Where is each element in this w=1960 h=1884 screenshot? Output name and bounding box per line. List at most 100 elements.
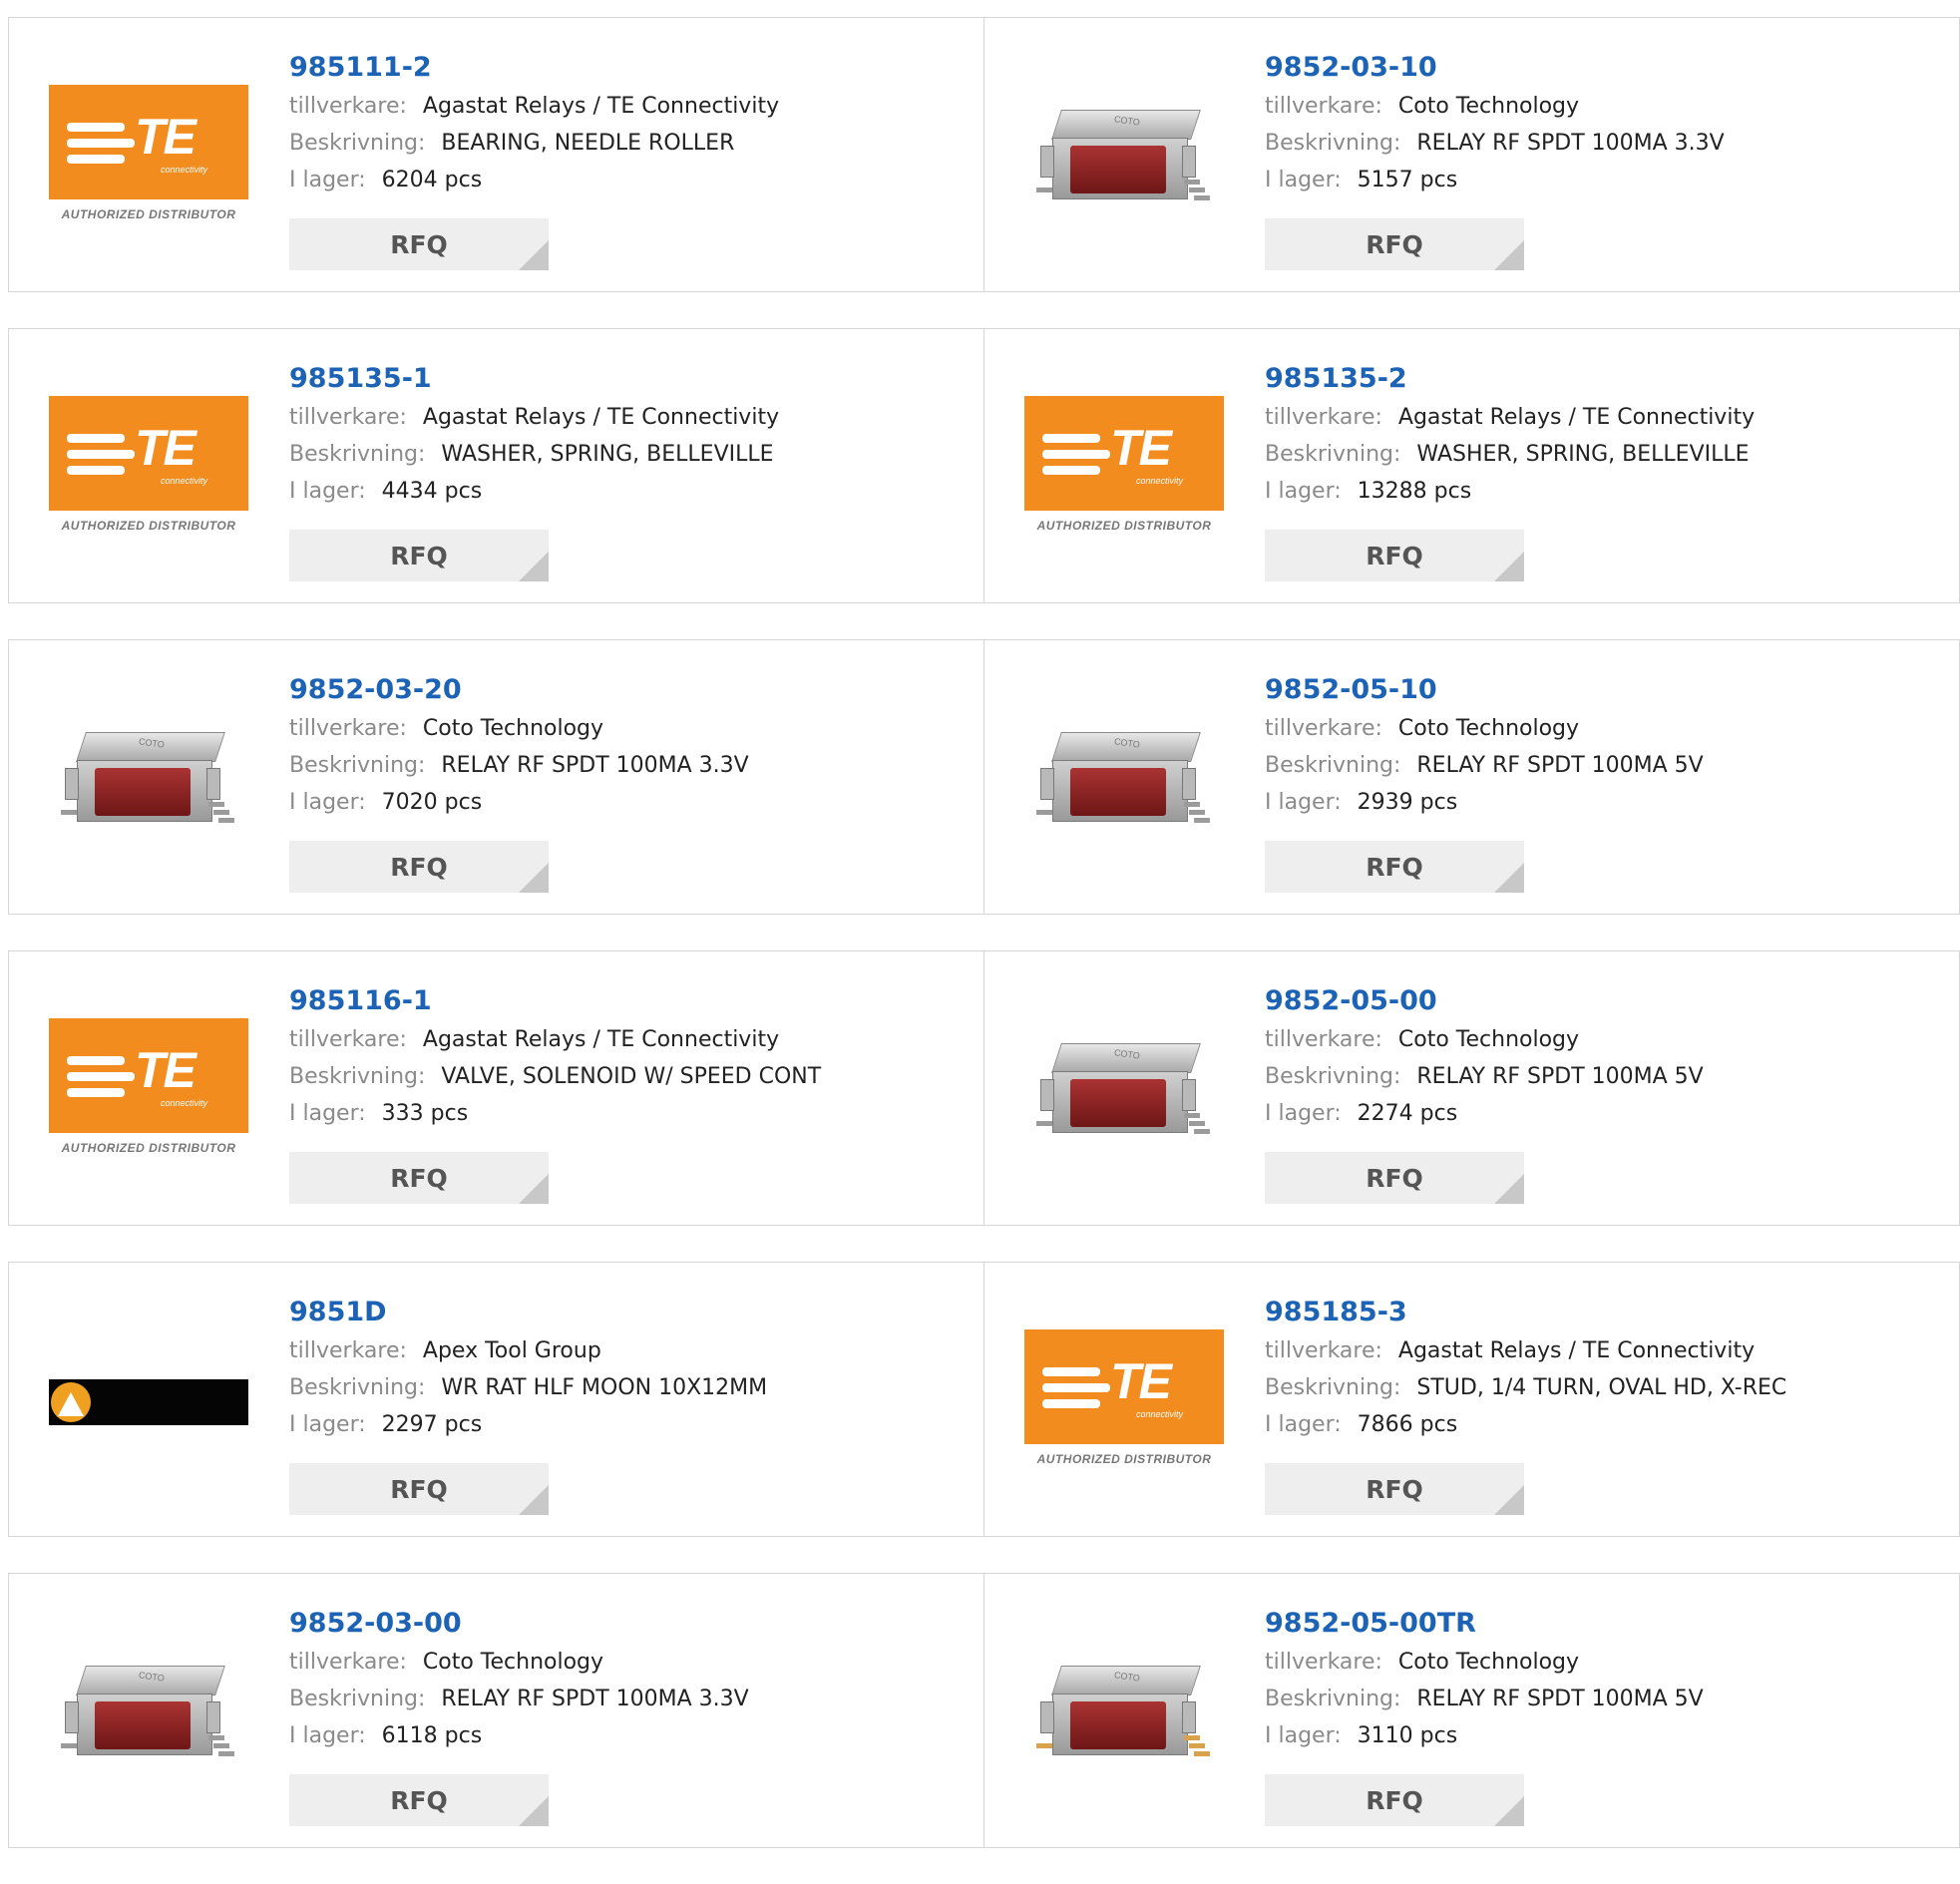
part-number-link[interactable]: 985135-2	[1265, 359, 1939, 399]
product-image[interactable]: TE connectivity AUTHORIZED DISTRIBUTOR	[49, 58, 248, 257]
te-logo-box: TE connectivity	[49, 85, 248, 199]
authorized-distributor-text: AUTHORIZED DISTRIBUTOR	[1036, 519, 1212, 533]
stock-label: I lager:	[1265, 1101, 1342, 1126]
relay-tab-right	[206, 768, 220, 800]
te-bars-icon	[1042, 1367, 1110, 1415]
part-number-link[interactable]: 9852-03-20	[289, 670, 964, 710]
product-image[interactable]: COTO	[1024, 991, 1224, 1191]
part-number-link[interactable]: 9852-05-00TR	[1265, 1604, 1939, 1644]
relay-pin	[1194, 195, 1210, 200]
rfq-button[interactable]: RFQ	[289, 841, 549, 893]
stock-row: I lager: 333 pcs	[289, 1095, 964, 1132]
description-label: Beskrivning:	[1265, 1064, 1401, 1089]
rfq-label: RFQ	[1366, 1163, 1423, 1193]
corner-fold-icon	[519, 1796, 549, 1826]
manufacturer-row: tillverkare: Coto Technology	[1265, 710, 1939, 747]
description-row: Beskrivning: RELAY RF SPDT 100MA 5V	[1265, 1681, 1939, 1717]
product-info: 985135-1 tillverkare: Agastat Relays / TE…	[289, 359, 964, 510]
relay-tab-right	[1182, 1701, 1196, 1733]
manufacturer-row: tillverkare: Coto Technology	[289, 710, 964, 747]
rfq-button[interactable]: RFQ	[289, 1774, 549, 1826]
product-info: 9852-03-00 tillverkare: Coto Technology B…	[289, 1604, 964, 1754]
part-number-link[interactable]: 9852-03-10	[1265, 48, 1939, 88]
product-image[interactable]: TE connectivity AUTHORIZED DISTRIBUTOR	[49, 991, 248, 1191]
manufacturer-row: tillverkare: Agastat Relays / TE Connecti…	[1265, 399, 1939, 436]
product-card: TE connectivity AUTHORIZED DISTRIBUTOR 9…	[8, 17, 984, 292]
relay-pin	[218, 1751, 234, 1756]
stock-value: 5157 pcs	[1357, 168, 1458, 192]
product-image[interactable]: TE connectivity AUTHORIZED DISTRIBUTOR	[49, 369, 248, 568]
stock-label: I lager:	[289, 1723, 366, 1748]
part-number-link[interactable]: 9852-03-00	[289, 1604, 964, 1644]
product-image[interactable]	[49, 1303, 248, 1502]
rfq-label: RFQ	[1366, 541, 1423, 570]
manufacturer-value: Coto Technology	[1397, 1027, 1580, 1052]
rfq-button[interactable]: RFQ	[289, 530, 549, 581]
rfq-button[interactable]: RFQ	[1265, 1152, 1524, 1204]
rfq-button[interactable]: RFQ	[1265, 1774, 1524, 1826]
product-info: 9851D tillverkare: Apex Tool Group Beskri…	[289, 1293, 964, 1443]
relay-pin	[208, 1735, 224, 1740]
part-number-link[interactable]: 985185-3	[1265, 1293, 1939, 1332]
product-image[interactable]: TE connectivity AUTHORIZED DISTRIBUTOR	[1024, 1303, 1224, 1502]
description-row: Beskrivning: WASHER, SPRING, BELLEVILLE	[289, 436, 964, 473]
description-label: Beskrivning:	[1265, 442, 1401, 467]
description-row: Beskrivning: RELAY RF SPDT 100MA 3.3V	[289, 1681, 964, 1717]
rfq-button[interactable]: RFQ	[1265, 1463, 1524, 1515]
rfq-button[interactable]: RFQ	[1265, 530, 1524, 581]
rfq-label: RFQ	[1366, 1785, 1423, 1815]
rfq-button[interactable]: RFQ	[289, 1152, 549, 1204]
product-image[interactable]: COTO	[49, 680, 248, 880]
product-image[interactable]: COTO	[49, 1614, 248, 1813]
product-row: TE connectivity AUTHORIZED DISTRIBUTOR 9…	[8, 328, 1960, 603]
product-row: COTO 9852-03-00 tillverkare: Coto Technol…	[8, 1573, 1960, 1848]
part-number-link[interactable]: 985111-2	[289, 48, 964, 88]
part-number-link[interactable]: 985116-1	[289, 981, 964, 1021]
manufacturer-row: tillverkare: Agastat Relays / TE Connecti…	[1265, 1332, 1939, 1369]
stock-row: I lager: 2939 pcs	[1265, 784, 1939, 821]
stock-row: I lager: 3110 pcs	[1265, 1717, 1939, 1754]
relay-pin	[1036, 810, 1052, 815]
relay-coil	[1070, 1079, 1166, 1127]
product-image[interactable]: COTO	[1024, 680, 1224, 880]
manufacturer-value: Agastat Relays / TE Connectivity	[422, 405, 780, 430]
te-connectivity-logo: TE connectivity AUTHORIZED DISTRIBUTOR	[49, 1018, 248, 1164]
stock-row: I lager: 13288 pcs	[1265, 473, 1939, 510]
manufacturer-row: tillverkare: Coto Technology	[1265, 1644, 1939, 1681]
relay-tab-right	[1182, 768, 1196, 800]
relay-pin	[1194, 818, 1210, 823]
product-card: TE connectivity AUTHORIZED DISTRIBUTOR 9…	[8, 328, 984, 603]
manufacturer-row: tillverkare: Agastat Relays / TE Connecti…	[289, 399, 964, 436]
te-logo-text: TE	[1110, 1353, 1172, 1409]
part-number-link[interactable]: 9852-05-00	[1265, 981, 1939, 1021]
manufacturer-label: tillverkare:	[1265, 94, 1382, 119]
manufacturer-label: tillverkare:	[289, 94, 407, 119]
description-value: VALVE, SOLENOID W/ SPEED CONT	[441, 1064, 822, 1089]
relay-pin	[213, 1743, 229, 1748]
relay-pin	[1184, 1735, 1200, 1740]
part-number-link[interactable]: 985135-1	[289, 359, 964, 399]
product-info: 9852-05-10 tillverkare: Coto Technology B…	[1265, 670, 1939, 821]
product-card: TE connectivity AUTHORIZED DISTRIBUTOR 9…	[983, 328, 1960, 603]
product-image[interactable]: TE connectivity AUTHORIZED DISTRIBUTOR	[1024, 369, 1224, 568]
corner-fold-icon	[1494, 1485, 1524, 1515]
rfq-button[interactable]: RFQ	[289, 218, 549, 270]
product-image[interactable]: COTO	[1024, 58, 1224, 257]
te-logo-box: TE connectivity	[1024, 396, 1224, 511]
stock-label: I lager:	[289, 1412, 366, 1437]
product-image[interactable]: COTO	[1024, 1614, 1224, 1813]
product-card: 9851D tillverkare: Apex Tool Group Beskri…	[8, 1262, 984, 1537]
authorized-distributor-text: AUTHORIZED DISTRIBUTOR	[61, 1141, 236, 1155]
rfq-button[interactable]: RFQ	[1265, 841, 1524, 893]
part-number-link[interactable]: 9852-05-10	[1265, 670, 1939, 710]
part-number-link[interactable]: 9851D	[289, 1293, 964, 1332]
te-logo-subtext: connectivity	[1136, 476, 1184, 486]
description-label: Beskrivning:	[1265, 131, 1401, 156]
rfq-button[interactable]: RFQ	[1265, 218, 1524, 270]
te-logo-subtext: connectivity	[161, 1098, 208, 1108]
product-row: 9851D tillverkare: Apex Tool Group Beskri…	[8, 1262, 1960, 1537]
stock-label: I lager:	[289, 790, 366, 815]
authorized-distributor-text: AUTHORIZED DISTRIBUTOR	[61, 519, 236, 533]
rfq-button[interactable]: RFQ	[289, 1463, 549, 1515]
manufacturer-label: tillverkare:	[289, 405, 407, 430]
